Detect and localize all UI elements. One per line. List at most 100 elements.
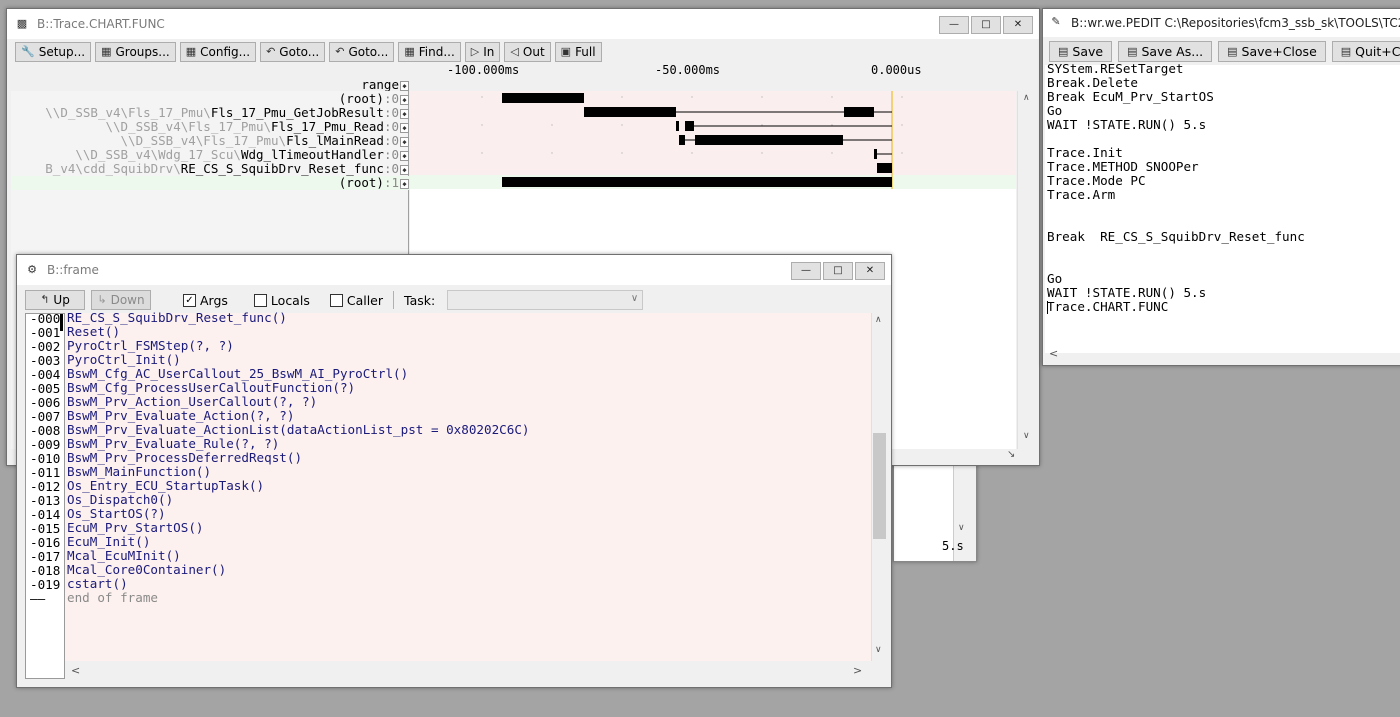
- frame-call[interactable]: Os_Dispatch0(): [67, 493, 173, 507]
- trace-row[interactable]: \\D_SSB_v4\Fls_17_Pmu\Fls_lMainRead:0 ◆: [11, 134, 409, 148]
- frame-call[interactable]: EcuM_Prv_StartOS(): [67, 521, 203, 535]
- save-as-icon: ▤: [1127, 44, 1138, 58]
- scroll-down-icon[interactable]: ∨: [1023, 431, 1030, 441]
- trace-vertical-scrollbar[interactable]: ∧ ∨: [1017, 91, 1037, 449]
- row-prefix: \\D_SSB_v4\Fls_17_Pmu\: [120, 133, 287, 148]
- setup-button[interactable]: 🔧 Setup...: [15, 42, 92, 62]
- expand-icon[interactable]: ◆: [400, 123, 409, 133]
- frame-call[interactable]: BswM_MainFunction(): [67, 465, 211, 479]
- quit-icon: ▤: [1340, 44, 1352, 58]
- checkmark-icon: ✓: [183, 293, 196, 307]
- trace-row[interactable]: B_v4\cdd_SquibDrv\RE_CS_S_SquibDrv_Reset…: [11, 162, 409, 176]
- minimize-button[interactable]: —: [939, 16, 969, 34]
- frame-call[interactable]: PyroCtrl_Init(): [67, 353, 181, 367]
- row-function-name: (root): [338, 175, 384, 190]
- expand-icon[interactable]: ◆: [400, 137, 409, 147]
- find-icon: ▦: [404, 45, 415, 58]
- frame-level: -009: [30, 437, 61, 452]
- maximize-button[interactable]: □: [823, 262, 853, 280]
- frame-call[interactable]: BswM_Cfg_AC_UserCallout_25_BswM_AI_PyroC…: [67, 367, 408, 381]
- close-button[interactable]: ✕: [855, 262, 885, 280]
- scroll-thumb[interactable]: [873, 433, 886, 539]
- scroll-left-icon[interactable]: <: [1049, 347, 1058, 360]
- frame-call[interactable]: BswM_Prv_Evaluate_Action(?, ?): [67, 409, 294, 423]
- save-close-button[interactable]: ▤ Save+Close: [1218, 41, 1326, 62]
- caller-checkbox[interactable]: Caller: [329, 292, 384, 308]
- expand-icon[interactable]: ◆: [400, 109, 409, 119]
- frame-horizontal-scrollbar[interactable]: < >: [65, 661, 871, 679]
- frame-level: -011: [30, 465, 61, 480]
- frame-level: -014: [30, 507, 61, 522]
- task-select[interactable]: ∨: [447, 290, 644, 310]
- row-prefix: B_v4\cdd_SquibDrv\: [45, 161, 181, 176]
- zoom-in-button[interactable]: ▷ In: [464, 42, 501, 62]
- frame-call[interactable]: Reset(): [67, 325, 120, 339]
- scroll-right-icon[interactable]: >: [853, 664, 862, 677]
- scroll-up-icon[interactable]: ∧: [875, 315, 882, 325]
- frame-level: -002: [30, 339, 61, 354]
- goto-button[interactable]: ↶ Goto...: [260, 42, 326, 62]
- frame-titlebar[interactable]: ⚙ B::frame — □ ✕: [17, 255, 891, 285]
- close-button[interactable]: ✕: [1003, 16, 1033, 34]
- expand-icon[interactable]: ◆: [400, 179, 409, 189]
- expand-icon[interactable]: ◆: [400, 165, 409, 175]
- expand-icon[interactable]: ◆: [400, 151, 409, 161]
- frame-call[interactable]: BswM_Cfg_ProcessUserCalloutFunction(?): [67, 381, 355, 395]
- trace-row[interactable]: (root):0 ◆: [11, 92, 409, 106]
- zoom-full-button[interactable]: ▣ Full: [554, 42, 602, 62]
- save-button[interactable]: ▤ Save: [1049, 41, 1113, 62]
- config-button[interactable]: ▦ Config...: [179, 42, 257, 62]
- frame-call[interactable]: Os_Entry_ECU_StartupTask(): [67, 479, 264, 493]
- locals-checkbox[interactable]: Locals: [253, 293, 310, 308]
- find-button[interactable]: ▦ Find...: [398, 42, 461, 62]
- maximize-button[interactable]: □: [971, 16, 1001, 34]
- frame-call[interactable]: PyroCtrl_FSMStep(?, ?): [67, 339, 234, 353]
- trace-row[interactable]: \\D_SSB_v4\Wdg_17_Scu\Wdg_lTimeoutHandle…: [11, 148, 409, 162]
- minimize-button[interactable]: —: [791, 262, 821, 280]
- tick-label: -100.000ms: [447, 63, 520, 77]
- save-as-button[interactable]: ▤ Save As...: [1118, 41, 1213, 62]
- frame-call[interactable]: Mcal_EcuMInit(): [67, 549, 181, 563]
- zoom-out-button[interactable]: ◁ Out: [504, 42, 551, 62]
- frame-vertical-scrollbar[interactable]: ∧ ∨: [871, 313, 887, 661]
- trace-row[interactable]: (root):1 ◆: [11, 176, 409, 190]
- checkbox-empty-icon: [253, 293, 267, 307]
- quit-close-button[interactable]: ▤ Quit+Cl: [1331, 41, 1400, 62]
- pedit-titlebar[interactable]: ✎ B::wr.we.PEDIT C:\Repositories\fcm3_ss…: [1043, 9, 1400, 37]
- frame-call-list[interactable]: RE_CS_S_SquibDrv_Reset_func() Reset() Py…: [65, 311, 871, 661]
- row-prefix: \\D_SSB_v4\Fls_17_Pmu\: [105, 119, 272, 134]
- trace-titlebar[interactable]: ▩ B::Trace.CHART.FUNC — □ ✕: [7, 9, 1039, 39]
- up-button[interactable]: ↰ Up: [25, 290, 85, 310]
- scroll-down-icon[interactable]: ∨: [875, 645, 882, 655]
- frame-call[interactable]: cstart(): [67, 577, 128, 591]
- trace-row[interactable]: \\D_SSB_v4\Fls_17_Pmu\Fls_17_Pmu_GetJobR…: [11, 106, 409, 120]
- frame-call[interactable]: BswM_Prv_Evaluate_Rule(?, ?): [67, 437, 279, 451]
- scroll-left-icon[interactable]: <: [71, 664, 80, 677]
- frame-call[interactable]: BswM_Prv_Action_UserCallout(?, ?): [67, 395, 317, 409]
- pedit-editor[interactable]: SYStem.RESetTarget Break.Delete Break Ec…: [1045, 62, 1400, 353]
- frame-level: -001: [30, 325, 61, 340]
- groups-button[interactable]: ▦ Groups...: [95, 42, 176, 62]
- frame-call[interactable]: BswM_Prv_ProcessDeferredReqst(): [67, 451, 302, 465]
- expand-icon[interactable]: ◆: [400, 95, 409, 105]
- goto-button-2[interactable]: ↶ Goto...: [329, 42, 395, 62]
- frame-call[interactable]: Mcal_Core0Container(): [67, 563, 226, 577]
- frame-call[interactable]: BswM_Prv_Evaluate_ActionList(dataActionL…: [67, 423, 530, 437]
- save-close-label: Save+Close: [1241, 43, 1317, 59]
- trace-window-title: B::Trace.CHART.FUNC: [37, 17, 165, 31]
- goto-label: Goto...: [279, 45, 320, 59]
- scroll-down-icon[interactable]: ∨: [958, 523, 965, 533]
- caller-label: Caller: [346, 292, 384, 308]
- scroll-up-icon[interactable]: ∧: [1023, 93, 1030, 103]
- task-label: Task:: [404, 292, 436, 308]
- toolbar-separator: [393, 291, 395, 309]
- frame-level: -016: [30, 535, 61, 550]
- frame-call[interactable]: Os_StartOS(?): [67, 507, 166, 521]
- args-checkbox[interactable]: ✓ Args: [183, 293, 228, 308]
- resize-grip-icon[interactable]: ↘: [1007, 449, 1015, 460]
- frame-call[interactable]: EcuM_Init(): [67, 535, 150, 549]
- trace-row[interactable]: \\D_SSB_v4\Fls_17_Pmu\Fls_17_Pmu_Read:0 ◆: [11, 120, 409, 134]
- range-expand-icon[interactable]: ◆: [400, 81, 409, 91]
- frame-level: -015: [30, 521, 61, 536]
- frame-call[interactable]: RE_CS_S_SquibDrv_Reset_func(): [67, 311, 287, 325]
